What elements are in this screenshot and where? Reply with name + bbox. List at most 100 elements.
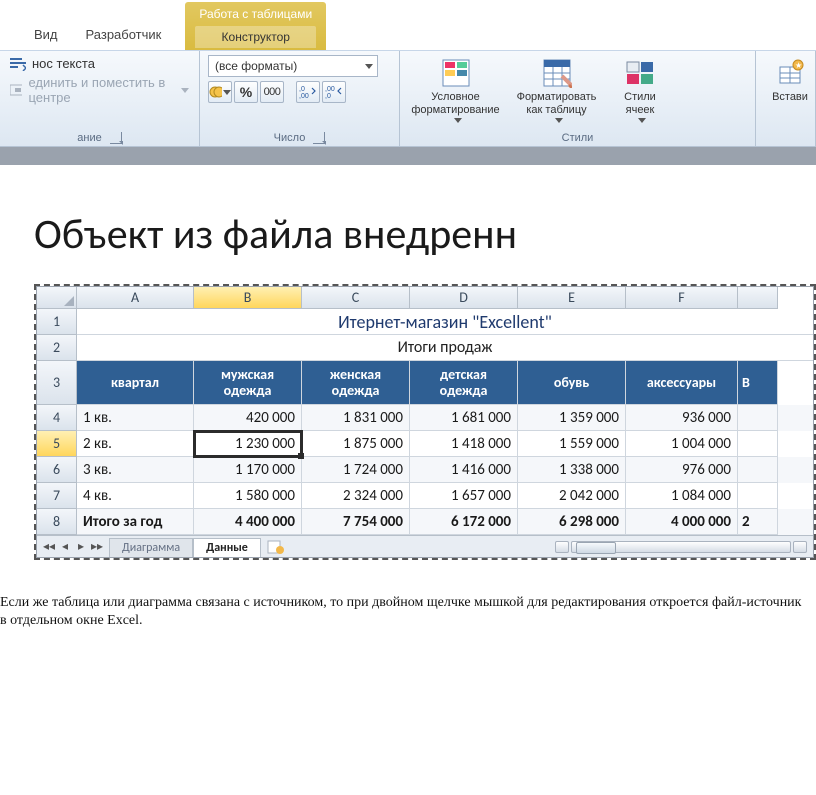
cell[interactable]: 2 324 000: [302, 483, 410, 509]
col-header-B[interactable]: B: [194, 287, 302, 309]
cell[interactable]: 1 418 000: [410, 431, 518, 457]
cell[interactable]: 1 кв.: [77, 405, 194, 431]
col-header-partial[interactable]: [738, 287, 778, 309]
cell-styles-icon: [625, 58, 655, 88]
wrap-text-button[interactable]: нос текста: [8, 55, 191, 72]
sheet-tab-data[interactable]: Данные: [193, 538, 261, 557]
caption-text: Если же таблица или диаграмма связана с …: [0, 584, 816, 650]
row-header-3[interactable]: 3: [37, 361, 77, 405]
cell[interactable]: 2: [738, 509, 778, 535]
row-header[interactable]: 8: [37, 509, 77, 535]
dialog-launcher-icon[interactable]: [110, 132, 122, 144]
next-sheet-button[interactable]: ▸: [73, 539, 89, 555]
col-header-D[interactable]: D: [410, 287, 518, 309]
horizontal-scrollbar[interactable]: [287, 541, 813, 553]
cell[interactable]: [738, 431, 778, 457]
conditional-formatting-button[interactable]: Условное форматирование: [408, 55, 503, 123]
scroll-right-button[interactable]: [793, 541, 807, 553]
thousands-button[interactable]: 000: [260, 81, 284, 103]
cell[interactable]: 420 000: [194, 405, 302, 431]
col-header-E[interactable]: E: [518, 287, 626, 309]
col-header-F[interactable]: F: [626, 287, 738, 309]
decrease-decimal-button[interactable]: ,00,0: [322, 81, 346, 103]
cell[interactable]: 1 681 000: [410, 405, 518, 431]
header-women[interactable]: женская одежда: [302, 361, 410, 405]
header-accessories[interactable]: аксессуары: [626, 361, 738, 405]
cell[interactable]: 2 042 000: [518, 483, 626, 509]
cell[interactable]: [738, 405, 778, 431]
row-header[interactable]: 4: [37, 405, 77, 431]
sheet-tab-chart[interactable]: Диаграмма: [109, 538, 193, 557]
percent-icon: %: [240, 84, 252, 100]
cell[interactable]: 1 657 000: [410, 483, 518, 509]
cell[interactable]: 976 000: [626, 457, 738, 483]
table-title[interactable]: Итернет-магазин "Excellent": [77, 309, 813, 335]
cell[interactable]: 1 580 000: [194, 483, 302, 509]
currency-icon: [209, 85, 222, 99]
header-kids[interactable]: детская одежда: [410, 361, 518, 405]
col-header-C[interactable]: C: [302, 287, 410, 309]
scroll-track[interactable]: [571, 541, 791, 553]
cell[interactable]: 1 416 000: [410, 457, 518, 483]
dialog-launcher-icon[interactable]: [313, 132, 325, 144]
cell[interactable]: 4 000 000: [626, 509, 738, 535]
cell[interactable]: 6 172 000: [410, 509, 518, 535]
last-sheet-button[interactable]: ▸▸: [89, 539, 105, 555]
cell[interactable]: 1 170 000: [194, 457, 302, 483]
cell[interactable]: 3 кв.: [77, 457, 194, 483]
increase-decimal-icon: ,0,00: [299, 85, 317, 99]
row-header-1[interactable]: 1: [37, 309, 77, 335]
cell[interactable]: 1 359 000: [518, 405, 626, 431]
cell[interactable]: 1 004 000: [626, 431, 738, 457]
header-quarter[interactable]: квартал: [77, 361, 194, 405]
cell[interactable]: 1 338 000: [518, 457, 626, 483]
cell[interactable]: 1 559 000: [518, 431, 626, 457]
cell[interactable]: [738, 457, 778, 483]
cell[interactable]: 7 754 000: [302, 509, 410, 535]
cell[interactable]: 4 кв.: [77, 483, 194, 509]
new-sheet-button[interactable]: [265, 539, 287, 555]
row-2: 2 Итоги продаж: [37, 335, 813, 361]
row-header[interactable]: 5: [37, 431, 77, 457]
cell[interactable]: 2 кв.: [77, 431, 194, 457]
cell[interactable]: [738, 483, 778, 509]
first-sheet-button[interactable]: ◂◂: [41, 539, 57, 555]
format-as-table-button[interactable]: Форматировать как таблицу: [509, 55, 604, 123]
header-men[interactable]: мужская одежда: [194, 361, 302, 405]
merge-center-button[interactable]: единить и поместить в центре: [8, 74, 191, 106]
select-all-corner[interactable]: [37, 287, 77, 309]
header-shoes[interactable]: обувь: [518, 361, 626, 405]
row-header[interactable]: 6: [37, 457, 77, 483]
tab-view[interactable]: Вид: [20, 21, 72, 50]
cell[interactable]: 1 831 000: [302, 405, 410, 431]
cell[interactable]: 4 400 000: [194, 509, 302, 535]
tab-design[interactable]: Конструктор: [195, 26, 316, 48]
selected-cell[interactable]: 1 230 000: [194, 431, 302, 457]
scroll-left-button[interactable]: [555, 541, 569, 553]
total-row: 8 Итого за год 4 400 000 7 754 000 6 172…: [37, 509, 813, 535]
number-format-combo[interactable]: (все форматы): [208, 55, 378, 77]
cell[interactable]: 1 084 000: [626, 483, 738, 509]
percent-button[interactable]: %: [234, 81, 258, 103]
accounting-format-button[interactable]: [208, 81, 232, 103]
row-header[interactable]: 7: [37, 483, 77, 509]
increase-decimal-button[interactable]: ,0,00: [296, 81, 320, 103]
cell[interactable]: 936 000: [626, 405, 738, 431]
header-extra[interactable]: В: [738, 361, 778, 405]
tab-developer[interactable]: Разработчик: [72, 21, 176, 50]
table-row: 4 1 кв. 420 000 1 831 000 1 681 000 1 35…: [37, 405, 813, 431]
insert-cells-button[interactable]: ★ Встави: [764, 55, 816, 104]
cell[interactable]: 6 298 000: [518, 509, 626, 535]
table-subtitle[interactable]: Итоги продаж: [77, 335, 813, 361]
dropdown-icon: [223, 90, 231, 95]
cell-total-label[interactable]: Итого за год: [77, 509, 194, 535]
embedded-excel-object[interactable]: A B C D E F 1 Итернет-магазин "Excellent…: [34, 284, 816, 560]
prev-sheet-button[interactable]: ◂: [57, 539, 73, 555]
row-header-2[interactable]: 2: [37, 335, 77, 361]
wrap-text-label: нос текста: [32, 56, 95, 71]
cell[interactable]: 1 875 000: [302, 431, 410, 457]
cell-styles-button[interactable]: Стили ячеек: [610, 55, 670, 123]
col-header-A[interactable]: A: [77, 287, 194, 309]
scroll-thumb[interactable]: [576, 542, 616, 554]
cell[interactable]: 1 724 000: [302, 457, 410, 483]
